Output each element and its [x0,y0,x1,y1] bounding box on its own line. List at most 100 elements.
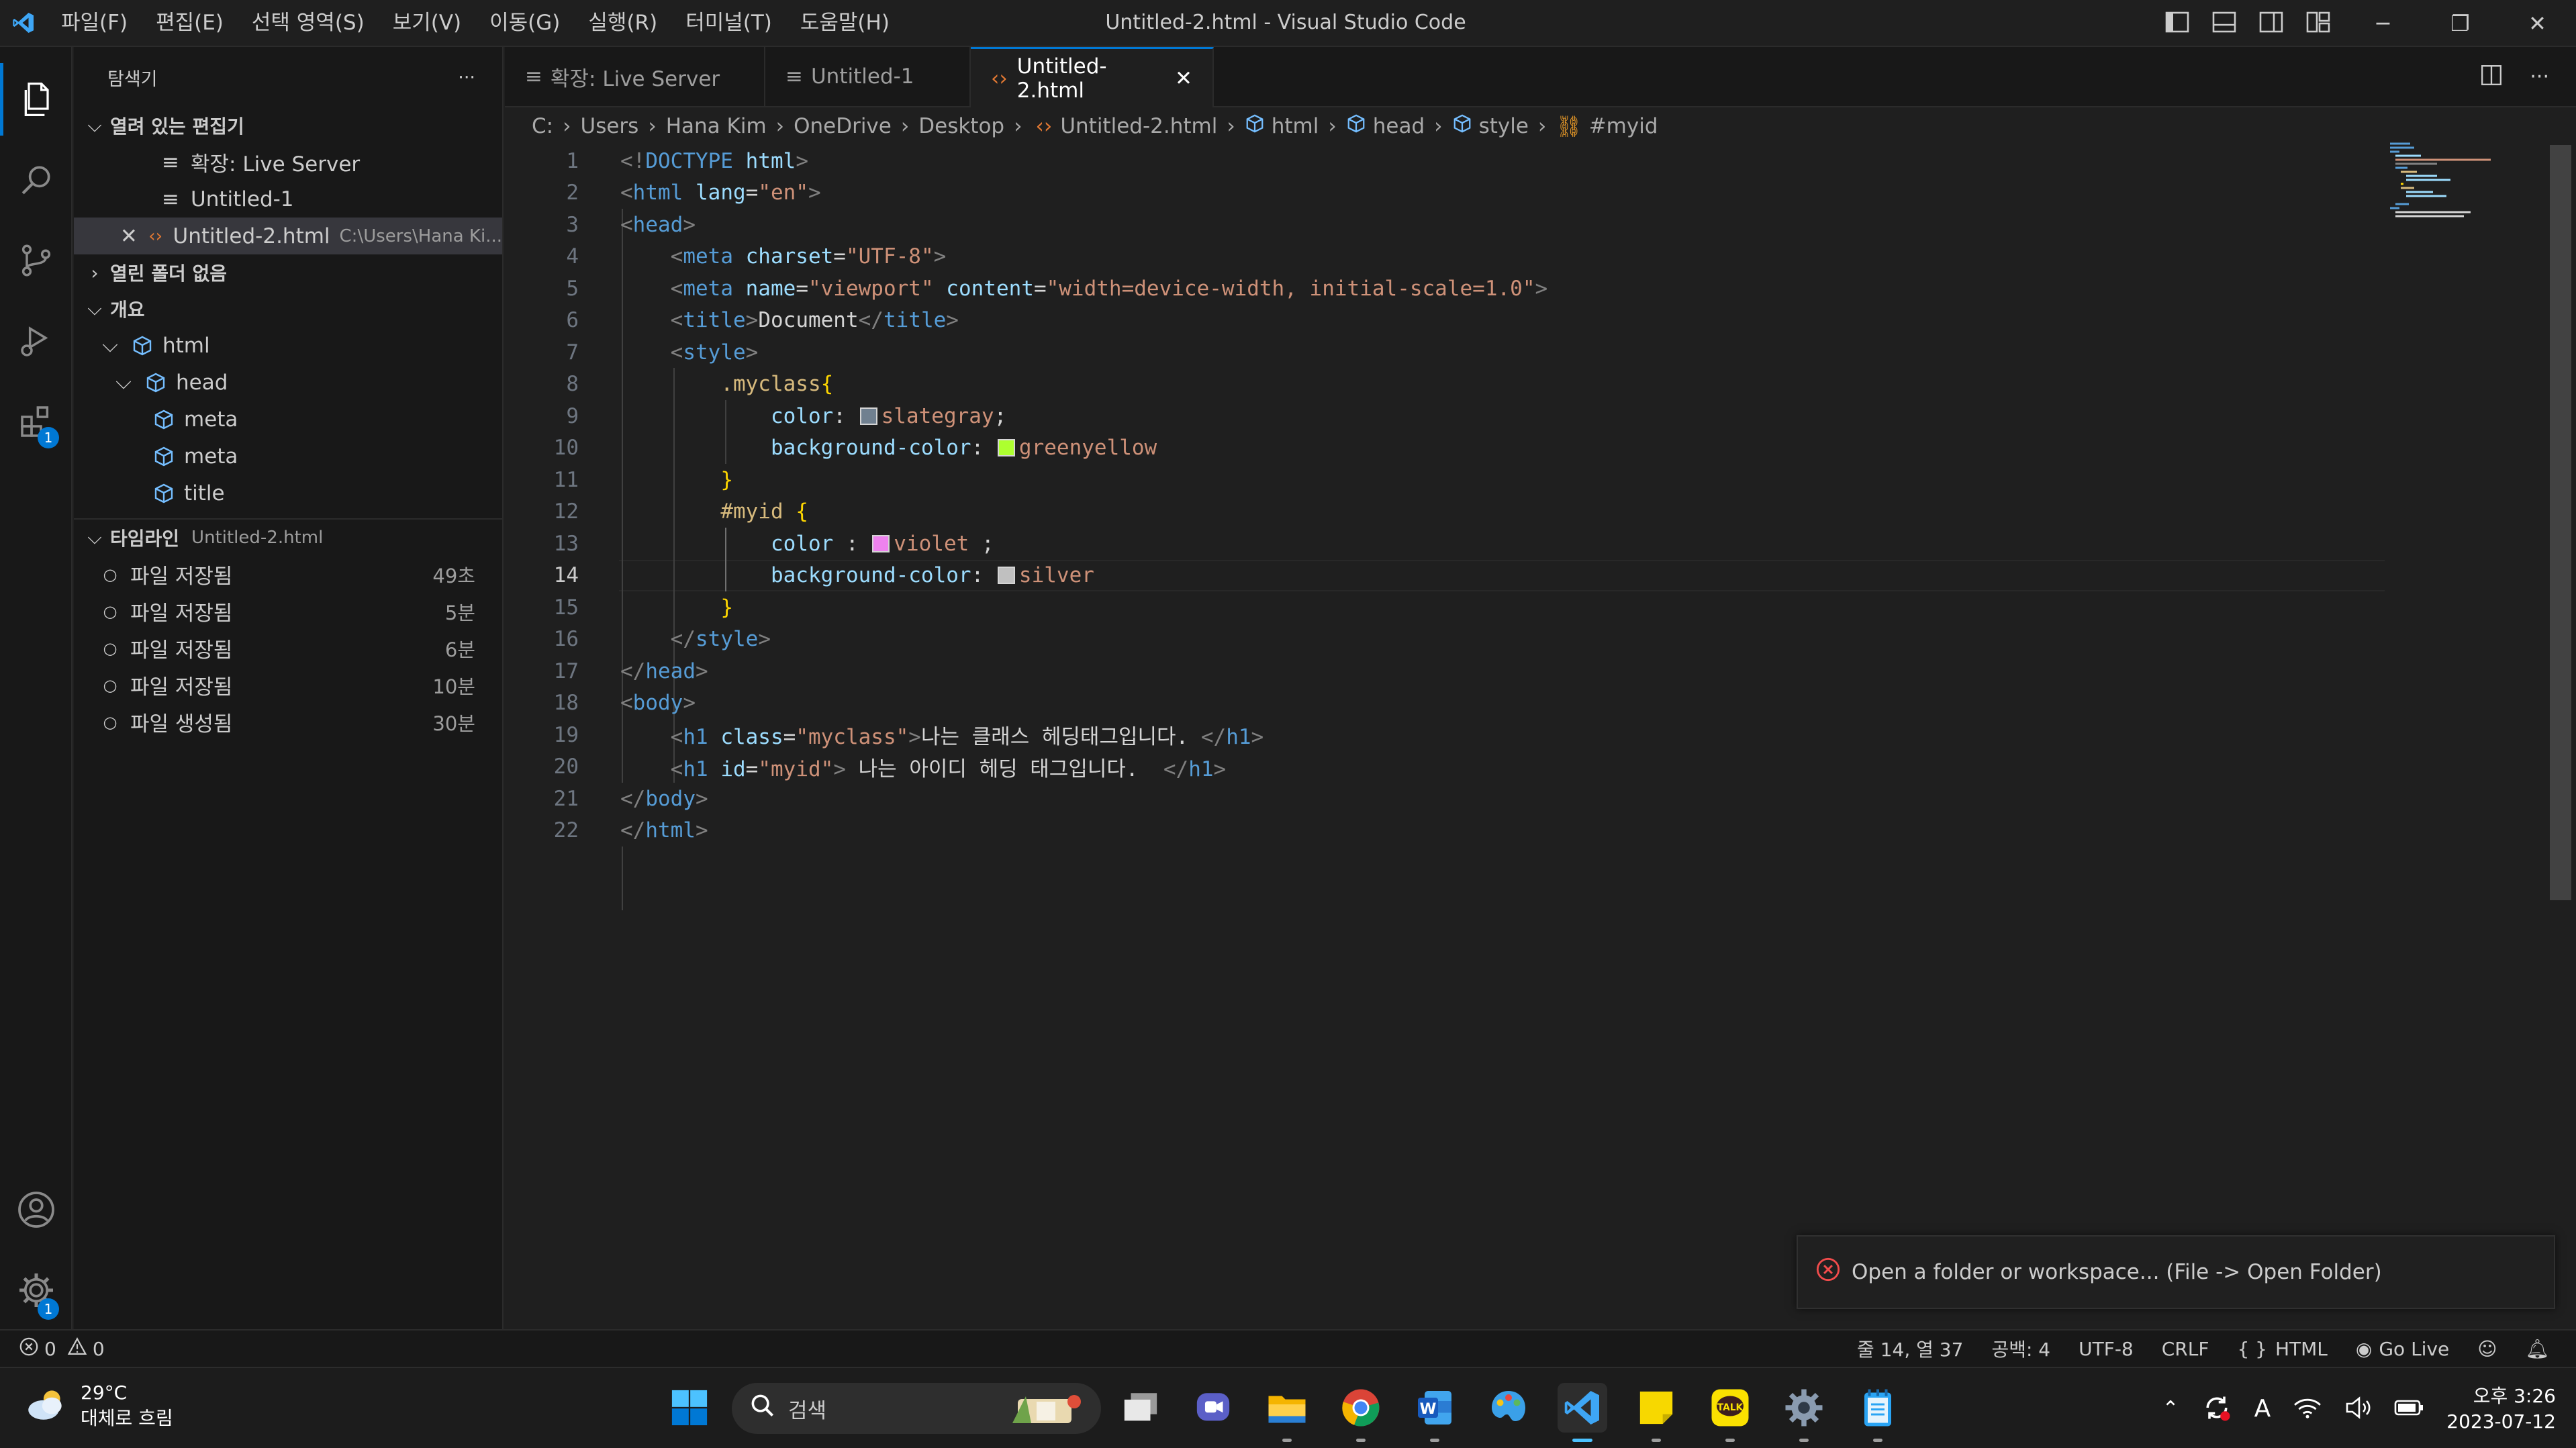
language-mode[interactable]: { } HTML [2237,1338,2327,1360]
breadcrumb-item[interactable]: C: [532,114,553,138]
split-editor-icon[interactable] [2480,64,2503,89]
vscode-taskbar-icon[interactable] [1558,1383,1607,1442]
timeline-item[interactable]: ○ 파일 생성됨 30분 [74,704,502,740]
toggle-primary-sidebar-icon[interactable] [2165,11,2189,36]
file-explorer-icon[interactable] [1262,1383,1312,1442]
menu-view[interactable]: 보기(V) [379,0,475,46]
color-swatch[interactable] [997,567,1015,585]
breadcrumb-item[interactable]: html [1272,114,1319,138]
end-of-line[interactable]: CRLF [2162,1338,2209,1360]
ime-indicator-icon[interactable]: A [2254,1395,2271,1422]
breadcrumb-item[interactable]: Untitled-2.html [1060,114,1217,138]
notifications-bell-icon[interactable]: 🔔︎ [2525,1338,2549,1360]
accounts-icon[interactable] [0,1173,73,1246]
breadcrumb-item[interactable]: style [1479,114,1529,138]
breadcrumb-item[interactable]: OneDrive [794,114,892,138]
code-line: 1 <!DOCTYPE html> [566,148,808,173]
breadcrumb-item[interactable]: head [1373,114,1425,138]
text-file-icon: ≡ [162,187,179,211]
indentation[interactable]: 공백: 4 [1991,1335,2050,1362]
problems-indicator[interactable]: 0 0 [0,1337,105,1361]
go-live-button[interactable]: ◉ Go Live [2356,1338,2449,1360]
source-control-icon[interactable] [0,224,73,297]
chrome-icon[interactable] [1336,1383,1386,1442]
tab-untitled-1[interactable]: ≡ Untitled-1 [765,47,971,106]
task-view-icon[interactable] [1116,1383,1165,1433]
breadcrumb-item[interactable]: Hana Kim [666,114,767,138]
paint-palette-icon[interactable] [1484,1383,1533,1433]
feedback-icon[interactable]: ☺ [2477,1338,2497,1360]
timeline-item[interactable]: ○ 파일 저장됨 6분 [74,630,502,667]
timeline-item[interactable]: ○ 파일 저장됨 49초 [74,556,502,593]
battery-icon[interactable] [2394,1398,2424,1420]
close-icon[interactable]: ✕ [120,224,138,248]
code-line: 11 } [553,467,733,492]
color-swatch[interactable] [872,534,890,552]
menu-terminal[interactable]: 터미널(T) [671,0,786,46]
outline-item[interactable]: meta [74,401,502,438]
taskbar-search[interactable]: 검색 [732,1383,1101,1434]
minimize-button[interactable]: ─ [2344,0,2422,47]
settings-gear-icon[interactable] [1779,1383,1829,1442]
outline-item[interactable]: meta [74,438,502,475]
wifi-icon[interactable] [2293,1396,2322,1422]
editor-scrollbar[interactable] [2550,145,2571,900]
customize-layout-icon[interactable] [2306,11,2330,36]
outline-item[interactable]: ⌵ head [74,364,502,401]
kakaotalk-icon[interactable]: TALK [1705,1383,1755,1442]
cursor-position[interactable]: 줄 14, 열 37 [1857,1335,1963,1362]
window-controls: ─ ❐ ✕ [2344,0,2576,47]
sticky-notes-icon[interactable] [1631,1383,1681,1442]
breadcrumb-item[interactable]: #myid [1589,114,1658,138]
teams-chat-icon[interactable] [1188,1383,1238,1433]
windows-start-icon[interactable] [665,1383,714,1433]
more-actions-icon[interactable]: ··· [458,67,475,88]
sync-icon[interactable] [2202,1393,2232,1425]
weather-widget[interactable]: 29°C 대체로 흐림 [24,1380,173,1431]
extensions-icon[interactable]: 1 [0,385,73,458]
outline-header[interactable]: ⌵ 개요 [74,291,502,327]
close-tab-icon[interactable]: ✕ [1175,66,1192,91]
menu-run[interactable]: 실행(R) [574,0,671,46]
more-editor-actions-icon[interactable]: ··· [2530,65,2549,89]
outline-item[interactable]: ⌵ html [74,327,502,364]
toggle-secondary-sidebar-icon[interactable] [2259,11,2283,36]
window-title: Untitled-2.html - Visual Studio Code [1105,11,1466,34]
word-icon[interactable]: W [1410,1383,1460,1442]
no-folder-header[interactable]: › 열린 폴더 없음 [74,254,502,291]
clock[interactable]: 오후 3:26 2023-07-12 [2446,1384,2556,1435]
menu-edit[interactable]: 편집(E) [142,0,238,46]
outline-item[interactable]: title [74,475,502,512]
close-window-button[interactable]: ✕ [2499,0,2576,47]
tab-untitled-2[interactable]: ‹› Untitled-2.html ✕ [971,47,1214,107]
run-debug-icon[interactable] [0,305,73,377]
notepad-icon[interactable] [1853,1383,1903,1442]
speaker-icon[interactable] [2344,1396,2371,1422]
timeline-header[interactable]: ⌵ 타임라인 Untitled-2.html [74,520,502,556]
search-icon[interactable] [0,144,73,216]
open-editor-item[interactable]: ≡ Untitled-1 [74,181,502,218]
menu-selection[interactable]: 선택 영역(S) [238,0,379,46]
color-swatch[interactable] [997,439,1015,457]
chevron-up-icon[interactable]: ⌃ [2162,1397,2179,1420]
menu-file[interactable]: 파일(F) [47,0,142,46]
minimap[interactable] [2390,141,2544,222]
encoding[interactable]: UTF-8 [2079,1338,2134,1360]
open-editor-item-active[interactable]: ✕ ‹› Untitled-2.html C:\Users\Hana Ki... [74,218,502,254]
open-editor-item[interactable]: ≡ 확장: Live Server [74,144,502,181]
menu-go[interactable]: 이동(G) [475,0,574,46]
breadcrumb-item[interactable]: Users [581,114,639,138]
code-editor[interactable]: 1 <!DOCTYPE html> 2 <html lang="en"> 3 <… [505,145,2576,1329]
color-swatch[interactable] [859,407,877,425]
tab-live-server[interactable]: ≡ 확장: Live Server [505,47,765,106]
manage-gear-icon[interactable]: 1 [0,1254,73,1326]
timeline-item[interactable]: ○ 파일 저장됨 5분 [74,593,502,630]
open-editors-header[interactable]: ⌵ 열려 있는 편집기 [74,107,502,144]
breadcrumb-item[interactable]: Desktop [918,114,1004,138]
timeline-item[interactable]: ○ 파일 저장됨 10분 [74,667,502,704]
toggle-panel-icon[interactable] [2212,11,2236,36]
explorer-icon[interactable] [0,63,73,136]
notification-toast[interactable]: Open a folder or workspace... (File -> O… [1797,1235,2555,1309]
menu-help[interactable]: 도움말(H) [786,0,904,46]
restore-button[interactable]: ❐ [2422,0,2499,47]
